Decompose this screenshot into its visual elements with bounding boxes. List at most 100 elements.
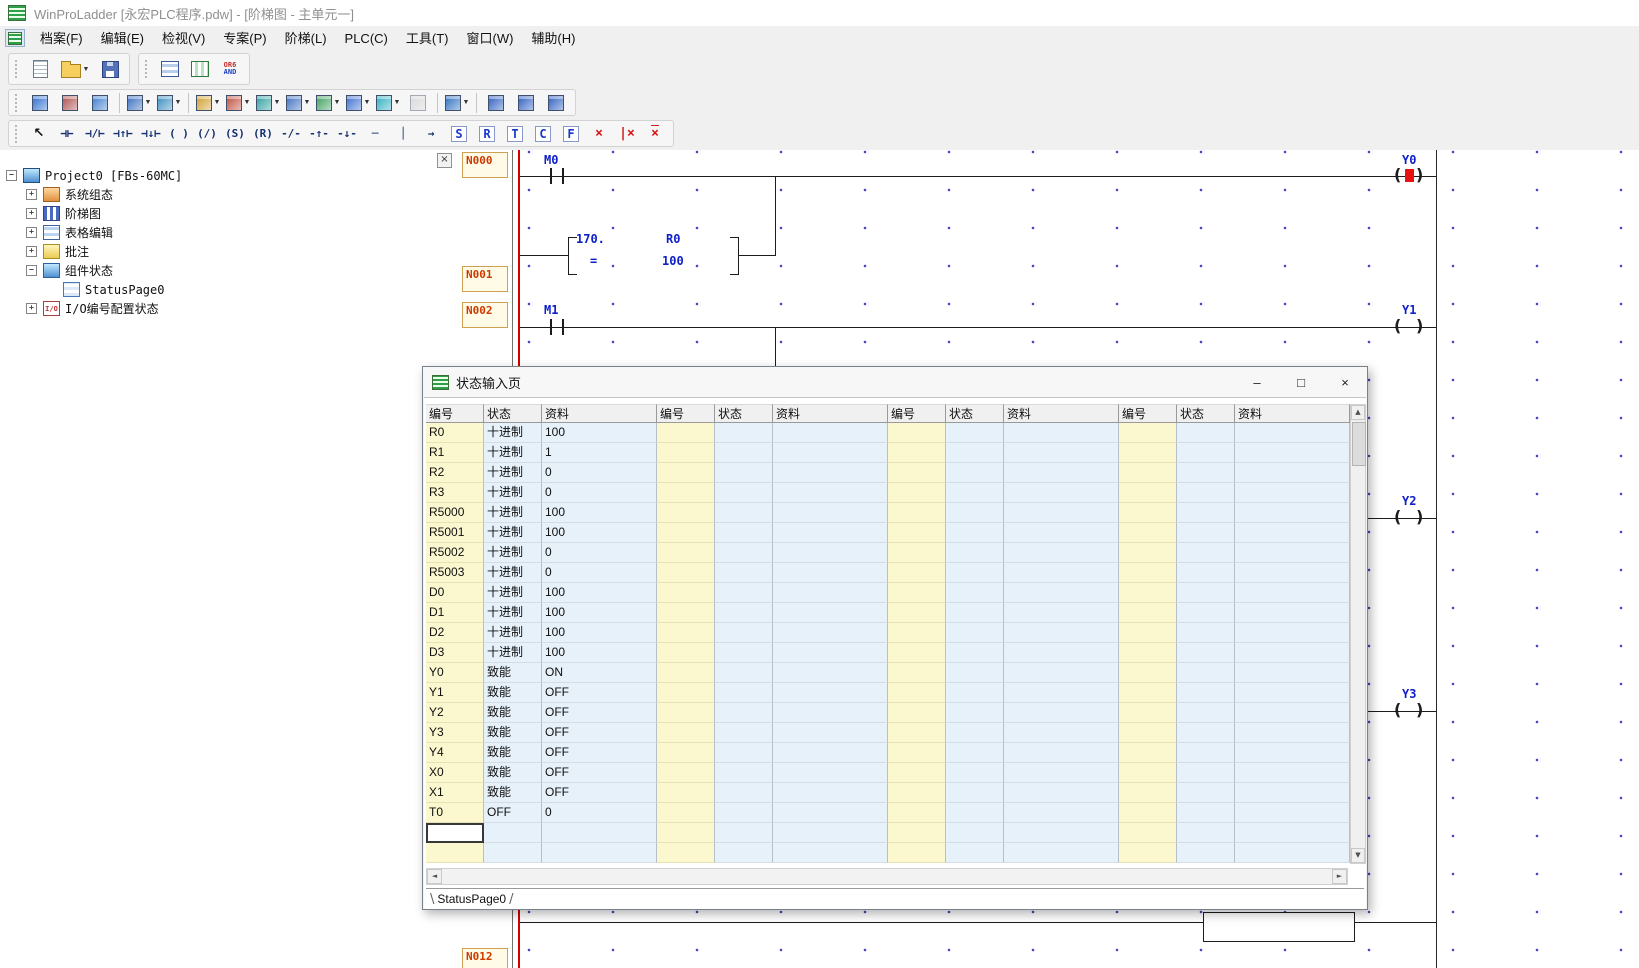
status-cell[interactable] [1119, 643, 1177, 663]
hline-tool[interactable]: ─ [362, 121, 388, 147]
goto-tool[interactable]: → [418, 121, 444, 147]
tree-item-阶梯图[interactable]: +阶梯图 [0, 204, 458, 223]
status-cell[interactable] [1119, 723, 1177, 743]
maximize-button[interactable]: □ [1279, 367, 1323, 397]
toolbar-grip[interactable] [15, 125, 21, 143]
status-cell[interactable] [426, 823, 484, 843]
status-cell[interactable] [1119, 703, 1177, 723]
status-cell[interactable] [1119, 603, 1177, 623]
status-cell[interactable] [1119, 683, 1177, 703]
status-cell[interactable]: 100 [542, 423, 657, 443]
status-cell[interactable] [657, 483, 715, 503]
contact-falling-tool[interactable]: ⊣↓⊢ [138, 121, 164, 147]
coil-y1-icon[interactable]: ( [1394, 318, 1401, 334]
status-cell[interactable]: 0 [542, 563, 657, 583]
status-cell[interactable] [1004, 443, 1119, 463]
letter-t-tool[interactable]: T [502, 121, 528, 147]
column-header-资料[interactable]: 资料 [1235, 404, 1350, 423]
status-cell[interactable] [1235, 783, 1350, 803]
status-cell[interactable] [657, 563, 715, 583]
status-cell[interactable] [657, 823, 715, 843]
coil-y0-icon[interactable]: ( [1394, 167, 1401, 183]
status-cell[interactable] [657, 523, 715, 543]
status-cell[interactable] [773, 783, 888, 803]
status-cell[interactable] [1119, 803, 1177, 823]
coil-y2-label[interactable]: Y2 [1402, 494, 1416, 508]
status-cell[interactable] [1177, 563, 1235, 583]
tree-item-StatusPage0[interactable]: StatusPage0 [0, 280, 458, 299]
status-cell[interactable] [1177, 743, 1235, 763]
status-cell[interactable] [888, 703, 946, 723]
status-cell[interactable]: OFF [542, 743, 657, 763]
status-cell[interactable]: 致能 [484, 723, 542, 743]
contact-no-tool[interactable]: ⊣⊢ [54, 121, 80, 147]
column-header-编号[interactable]: 编号 [657, 404, 715, 423]
status-cell[interactable] [888, 463, 946, 483]
component-replace-button[interactable]: ▼ [314, 91, 342, 115]
dropdown-arrow-icon[interactable]: ▼ [83, 66, 90, 73]
status-cell[interactable] [715, 663, 773, 683]
status-cell[interactable] [773, 483, 888, 503]
status-cell[interactable] [657, 803, 715, 823]
status-cell[interactable] [773, 723, 888, 743]
status-cell[interactable]: ON [542, 663, 657, 683]
status-cell[interactable] [715, 583, 773, 603]
status-cell[interactable]: R5002 [426, 543, 484, 563]
scroll-left-button[interactable]: ◄ [427, 869, 442, 884]
status-cell[interactable] [715, 623, 773, 643]
status-cell[interactable] [715, 443, 773, 463]
status-cell[interactable] [1177, 763, 1235, 783]
status-cell[interactable] [657, 443, 715, 463]
status-cell[interactable]: D3 [426, 643, 484, 663]
delete-element-tool[interactable]: × [586, 121, 612, 147]
contact-nc-tool[interactable]: ⊣/⊢ [82, 121, 108, 147]
status-cell[interactable] [946, 743, 1004, 763]
status-cell[interactable] [1177, 823, 1235, 843]
status-cell[interactable] [773, 543, 888, 563]
or6-and-button[interactable]: OR6 AND [215, 55, 245, 83]
dialog-title-bar[interactable]: 状态输入页 – □ × [423, 367, 1367, 397]
status-cell[interactable] [715, 563, 773, 583]
contact-m0-label[interactable]: M0 [544, 153, 558, 167]
status-cell[interactable] [657, 623, 715, 643]
status-cell[interactable] [888, 643, 946, 663]
status-cell[interactable] [773, 743, 888, 763]
status-cell[interactable] [773, 423, 888, 443]
status-cell[interactable]: 致能 [484, 763, 542, 783]
query-3-button[interactable] [542, 91, 570, 115]
status-cell[interactable] [773, 523, 888, 543]
tree-item-组件状态[interactable]: −组件状态 [0, 261, 458, 280]
status-cell[interactable] [773, 503, 888, 523]
status-cell[interactable] [657, 743, 715, 763]
menu-item-8[interactable]: 窗口(W) [457, 27, 522, 50]
status-cell[interactable] [715, 763, 773, 783]
status-cell[interactable]: Y1 [426, 683, 484, 703]
status-cell[interactable] [1004, 583, 1119, 603]
status-cell[interactable]: Y0 [426, 663, 484, 683]
coil-y2-icon[interactable]: ( [1394, 509, 1401, 525]
status-cell[interactable] [888, 783, 946, 803]
dropdown-arrow-icon[interactable]: ▼ [214, 99, 221, 106]
status-cell[interactable] [946, 443, 1004, 463]
program-check-button[interactable] [86, 91, 114, 115]
status-cell[interactable] [1004, 683, 1119, 703]
status-cell[interactable] [888, 603, 946, 623]
status-cell[interactable] [1119, 483, 1177, 503]
status-cell[interactable] [426, 843, 484, 863]
status-cell[interactable] [715, 483, 773, 503]
status-cell[interactable] [715, 703, 773, 723]
status-cell[interactable] [888, 523, 946, 543]
menu-item-9[interactable]: 辅助(H) [522, 27, 584, 50]
status-cell[interactable]: Y3 [426, 723, 484, 743]
status-cell[interactable] [946, 623, 1004, 643]
dropdown-arrow-icon[interactable]: ▼ [463, 99, 470, 106]
status-cell[interactable] [1235, 423, 1350, 443]
status-cell[interactable]: 十进制 [484, 543, 542, 563]
status-cell[interactable] [657, 723, 715, 743]
status-cell[interactable] [1177, 663, 1235, 683]
status-cell[interactable] [1235, 483, 1350, 503]
status-cell[interactable]: 致能 [484, 783, 542, 803]
status-cell[interactable] [657, 503, 715, 523]
delete-network-tool[interactable]: × [642, 121, 668, 147]
status-cell[interactable] [946, 583, 1004, 603]
